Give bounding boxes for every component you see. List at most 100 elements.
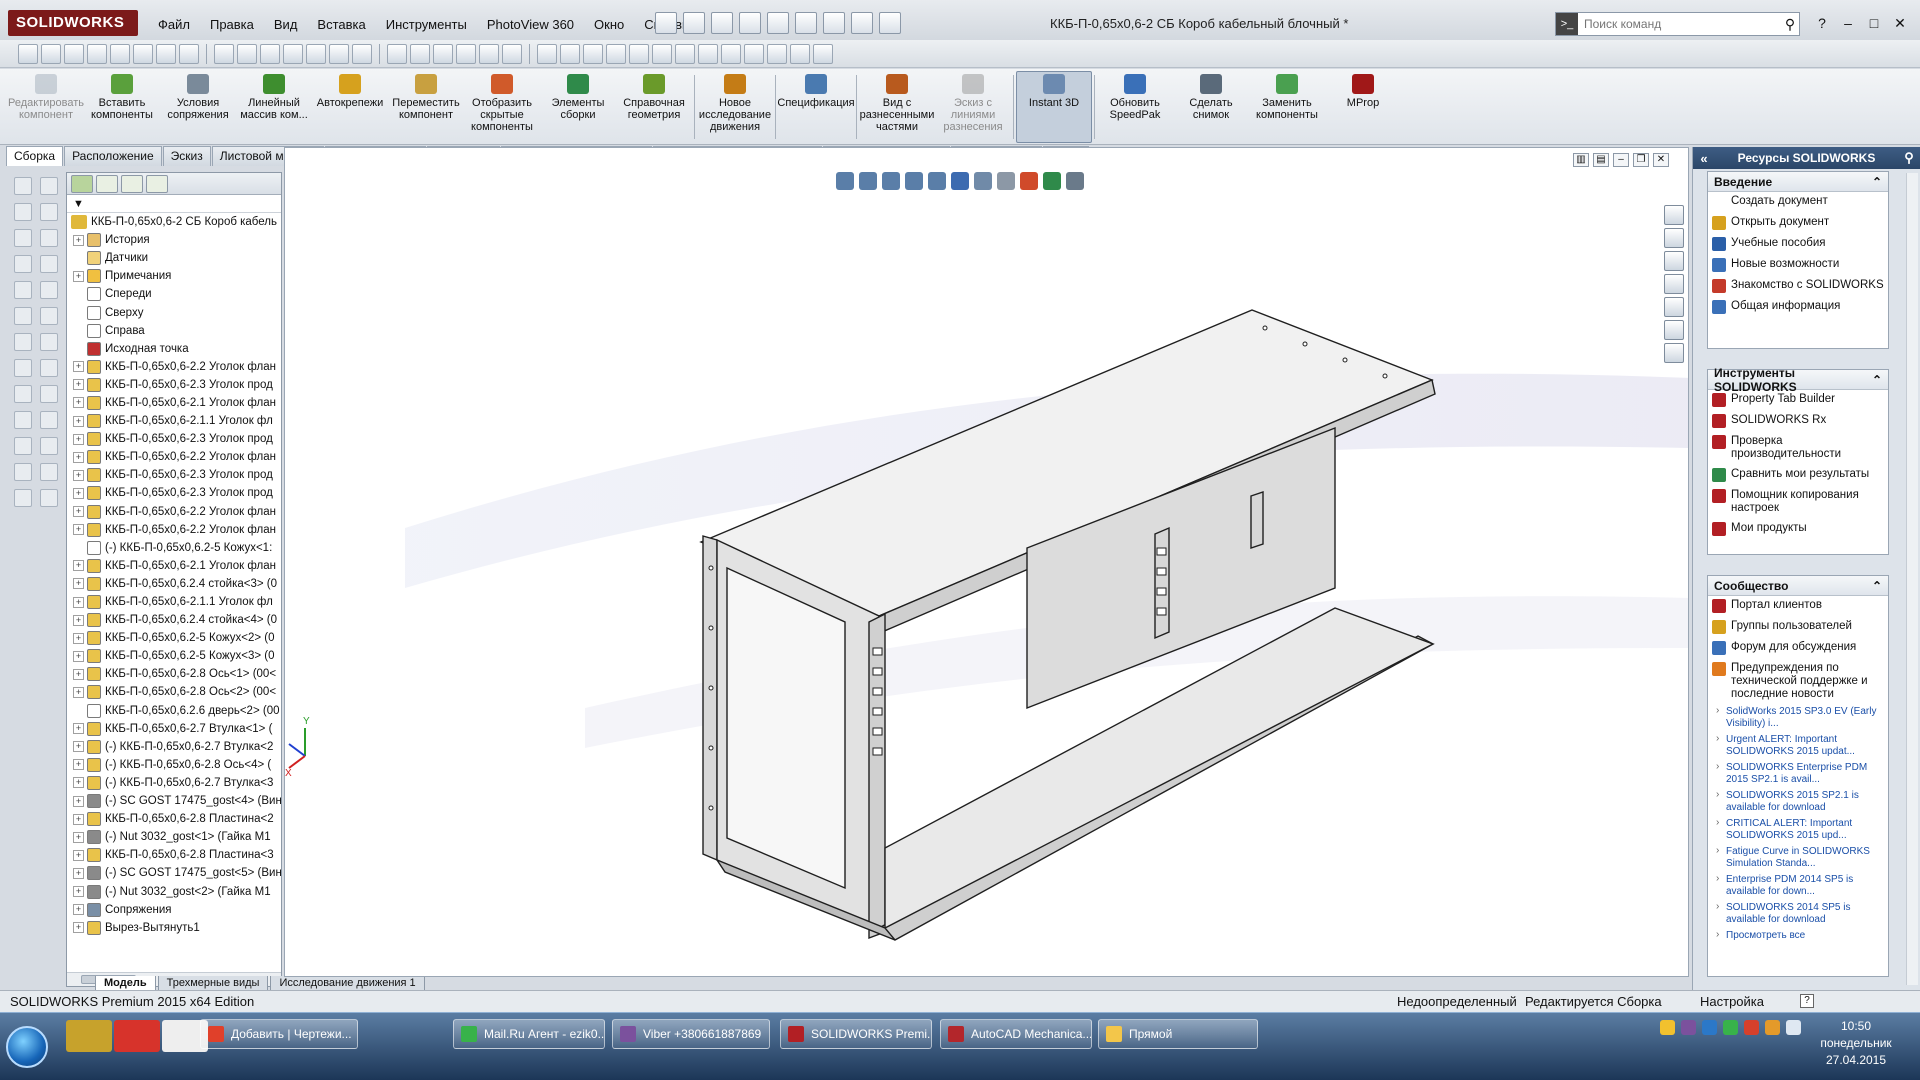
tree-item[interactable]: + ККБ-П-0,65х0,6.2-5 Кожух<2> (0 (67, 629, 281, 647)
expand-icon[interactable]: + (73, 922, 84, 934)
model-tab[interactable]: Трехмерные виды (157, 976, 269, 991)
expand-icon[interactable]: + (73, 379, 84, 391)
news-link[interactable]: Urgent ALERT: Important SOLIDWORKS 2015 … (1708, 733, 1888, 761)
expand-icon[interactable]: + (73, 777, 84, 789)
ribbon-button[interactable]: Линейный массив ком... (236, 71, 312, 143)
view-palette-tab-icon[interactable] (1664, 274, 1684, 294)
taskbar-button[interactable]: AutoCAD Mechanica... (940, 1019, 1092, 1049)
cable-tray-model[interactable] (699, 309, 1436, 941)
expand-icon[interactable]: + (73, 415, 84, 427)
sidebar-tool-icon[interactable] (14, 437, 32, 455)
tree-item[interactable]: + ККБ-П-0,65х0,6-2.3 Уголок прод (67, 484, 281, 502)
ribbon-button[interactable]: MProp (1325, 71, 1401, 143)
tree-item[interactable]: + ККБ-П-0,65х0,6-2.1.1 Уголок фл (67, 412, 281, 430)
solidworks-forum-tab-icon[interactable] (1664, 343, 1684, 363)
menu-item[interactable]: Правка (202, 14, 262, 35)
tree-item[interactable]: + ККБ-П-0,65х0,6-2.8 Ось<1> (00< (67, 665, 281, 683)
design-library-tab-icon[interactable] (1664, 228, 1684, 248)
tray-icon[interactable] (1702, 1020, 1717, 1035)
expand-icon[interactable]: + (73, 596, 84, 608)
news-link[interactable]: Enterprise PDM 2014 SP5 is available for… (1708, 873, 1888, 901)
ribbon-button[interactable]: Обновить SpeedPak (1097, 71, 1173, 143)
ribbon-button[interactable]: Справочная геометрия (616, 71, 692, 143)
expand-icon[interactable]: + (73, 795, 84, 807)
news-link[interactable]: SolidWorks 2015 SP3.0 EV (Early Visibili… (1708, 705, 1888, 733)
expand-icon[interactable]: + (73, 578, 84, 590)
model-viewport[interactable]: Y X (285, 148, 1689, 977)
new-document-icon[interactable] (655, 12, 677, 34)
feature-tree-tab-icon[interactable] (71, 174, 93, 193)
sidebar-tool-icon[interactable] (14, 411, 32, 429)
sidebar-tool-icon[interactable] (14, 463, 32, 481)
ribbon-button[interactable]: Новое исследование движения (697, 71, 773, 143)
collapse-icon[interactable]: ⌃ (1872, 175, 1882, 189)
graphics-area[interactable]: Y X (284, 147, 1689, 977)
tree-item[interactable]: Сверху (67, 303, 281, 321)
tool-icon[interactable] (629, 43, 649, 64)
command-tab[interactable]: Расположение (64, 146, 162, 166)
ribbon-button[interactable]: Спецификация (777, 71, 855, 143)
sidebar-tool-icon[interactable] (40, 203, 58, 221)
sidebar-tool-icon[interactable] (40, 437, 58, 455)
resource-link[interactable]: Открыть документ (1708, 213, 1888, 234)
ribbon-button[interactable]: Автокрепежи (312, 71, 388, 143)
tree-item[interactable]: Исходная точка (67, 340, 281, 358)
tree-item[interactable]: + (-) Nut 3032_gost<2> (Гайка М1 (67, 882, 281, 900)
tree-item[interactable]: + (-) SC GOST 17475_gost<5> (Вин (67, 864, 281, 882)
expand-icon[interactable]: + (73, 614, 84, 626)
command-tab[interactable]: Сборка (6, 146, 64, 166)
tool-icon[interactable] (283, 43, 303, 64)
expand-icon[interactable]: + (73, 270, 84, 282)
resource-link[interactable]: SOLIDWORKS Rx (1708, 411, 1888, 432)
sidebar-tool-icon[interactable] (14, 281, 32, 299)
expand-icon[interactable]: + (73, 560, 84, 572)
resource-link[interactable]: Помощник копирования настроек (1708, 486, 1888, 519)
collapse-icon[interactable]: ⌃ (1872, 579, 1882, 593)
sidebar-tool-icon[interactable] (14, 203, 32, 221)
start-button[interactable] (6, 1026, 48, 1068)
expand-icon[interactable]: + (73, 469, 84, 481)
taskbar-button[interactable]: Mail.Ru Агент - ezik0... (453, 1019, 605, 1049)
sidebar-tool-icon[interactable] (40, 177, 58, 195)
ribbon-button[interactable]: Переместить компонент (388, 71, 464, 143)
tree-item[interactable]: + ККБ-П-0,65х0,6-2.2 Уголок флан (67, 448, 281, 466)
sidebar-tool-icon[interactable] (14, 359, 32, 377)
intro-section-header[interactable]: Введение ⌃ (1708, 172, 1888, 192)
tool-icon[interactable] (813, 43, 833, 64)
view-orientation-icon[interactable] (951, 172, 969, 190)
expand-icon[interactable]: + (73, 632, 84, 644)
expand-icon[interactable]: + (73, 234, 84, 246)
undo-icon[interactable] (767, 12, 789, 34)
tree-item[interactable]: + ККБ-П-0,65х0,6-2.7 Втулка<1> ( (67, 720, 281, 738)
previous-view-icon[interactable] (882, 172, 900, 190)
menu-item[interactable]: Файл (150, 14, 198, 35)
tree-item[interactable]: + (-) Nut 3032_gost<1> (Гайка М1 (67, 828, 281, 846)
sidebar-tool-icon[interactable] (14, 177, 32, 195)
sidebar-tool-icon[interactable] (40, 411, 58, 429)
news-link[interactable]: Fatigue Curve in SOLIDWORKS Simulation S… (1708, 845, 1888, 873)
zoom-to-area-icon[interactable] (859, 172, 877, 190)
rebuild-icon[interactable] (823, 12, 845, 34)
custom-properties-tab-icon[interactable] (1664, 320, 1684, 340)
menu-item[interactable]: Вставка (309, 14, 373, 35)
sidebar-tool-icon[interactable] (40, 385, 58, 403)
ribbon-button[interactable]: Отобразить скрытые компоненты (464, 71, 540, 143)
resource-link[interactable]: Сравнить мои результаты (1708, 465, 1888, 486)
pinned-app-icon[interactable] (114, 1020, 160, 1052)
tool-icon[interactable] (502, 43, 522, 64)
sidebar-tool-icon[interactable] (14, 385, 32, 403)
tree-root[interactable]: ККБ-П-0,65х0,6-2 СБ Короб кабель (67, 213, 281, 231)
tool-icon[interactable] (537, 43, 557, 64)
tree-item[interactable]: + (-) ККБ-П-0,65х0,6-2.8 Ось<4> ( (67, 756, 281, 774)
taskbar-button[interactable]: Добавить | Чертежи... (200, 1019, 358, 1049)
tool-icon[interactable] (179, 43, 199, 64)
tray-icon[interactable] (1765, 1020, 1780, 1035)
viewport-layout-icon[interactable]: ▤ (1593, 153, 1609, 167)
news-link[interactable]: CRITICAL ALERT: Important SOLIDWORKS 201… (1708, 817, 1888, 845)
filter-icon[interactable]: ▼ (73, 198, 84, 210)
collapse-icon[interactable]: ⌃ (1872, 373, 1882, 387)
tool-icon[interactable] (237, 43, 257, 64)
ribbon-button[interactable]: Instant 3D (1016, 71, 1092, 143)
menu-item[interactable]: Окно (586, 14, 632, 35)
tool-icon[interactable] (41, 43, 61, 64)
